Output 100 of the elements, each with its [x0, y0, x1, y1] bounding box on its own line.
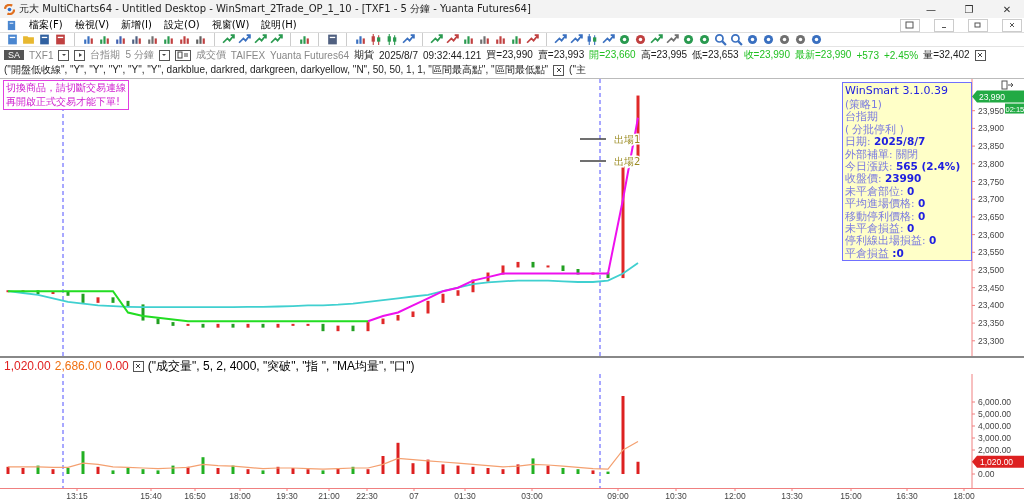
- menu-item[interactable]: 新增(I): [121, 18, 152, 32]
- info-line: 台指期: [845, 110, 879, 123]
- candle: [201, 323, 205, 328]
- chart-icon[interactable]: [178, 33, 191, 46]
- chart-icon[interactable]: [162, 33, 175, 46]
- volume-reading: 0.00: [105, 359, 129, 373]
- layout-icon[interactable]: [174, 49, 191, 61]
- volume-bar: [111, 470, 115, 474]
- exit-level-line: [579, 138, 607, 140]
- close-icon[interactable]: [974, 49, 986, 61]
- window-control[interactable]: ❐: [952, 0, 986, 18]
- volume-bar: [36, 465, 40, 474]
- volume-bar: [291, 468, 295, 474]
- play-icon[interactable]: [74, 49, 86, 61]
- axis-label: 6,000.00: [978, 397, 1012, 407]
- bar-chart-icon[interactable]: [478, 33, 491, 46]
- magnifier-icon[interactable]: [714, 33, 727, 46]
- candle: [126, 300, 130, 307]
- menu-item[interactable]: 視窗(W): [211, 18, 250, 32]
- axis-label: 16:50: [184, 491, 206, 499]
- axis-label: 23,350: [978, 318, 1004, 329]
- magnifier-icon[interactable]: [730, 33, 743, 46]
- dropdown-icon[interactable]: [158, 49, 170, 61]
- arrow-icon[interactable]: [602, 33, 615, 46]
- menu-item[interactable]: 說明(H): [261, 18, 297, 32]
- app-logo-icon: [4, 3, 15, 15]
- window-title: 元大 MultiCharts64 - Untitled Desktop - WinSmart_2Trade_OP_1_10 - [TXF1 - 5 分鐘 - Yuanta Futures64]: [19, 2, 531, 16]
- dropdown-icon[interactable]: [58, 49, 70, 61]
- menu-item[interactable]: 檢視(V): [74, 18, 110, 32]
- close-icon[interactable]: [132, 360, 144, 372]
- candle: [6, 290, 10, 293]
- volume-bar: [591, 470, 595, 474]
- chart-icon[interactable]: [82, 33, 95, 46]
- arrow-icon[interactable]: [666, 33, 679, 46]
- window-control[interactable]: ✕: [990, 0, 1024, 18]
- arrow-icon[interactable]: [254, 33, 267, 46]
- document-icon[interactable]: [6, 19, 17, 31]
- volume-reading: 1,020.00: [4, 359, 51, 373]
- exit-level-line: [579, 160, 607, 162]
- candle: [351, 325, 355, 332]
- volume-bar: [546, 465, 550, 474]
- candle: [531, 261, 535, 268]
- trend-icon[interactable]: [430, 33, 443, 46]
- study-parameters: ("主: [569, 63, 586, 77]
- chart-icon[interactable]: [114, 33, 127, 46]
- arrow-icon[interactable]: [526, 33, 539, 46]
- page-icon[interactable]: [6, 33, 19, 46]
- bar-chart-icon[interactable]: [354, 33, 367, 46]
- info-line: 今日漲跌: 565 (2.4%): [845, 160, 962, 173]
- candle: [291, 323, 295, 326]
- menu-item[interactable]: 設定(O): [164, 18, 200, 32]
- quote-value: 最新=23,990: [795, 48, 852, 62]
- close-icon[interactable]: [553, 64, 565, 76]
- chart-icon[interactable]: [298, 33, 311, 46]
- volume-bar: [126, 468, 130, 474]
- chart-icon[interactable]: [146, 33, 159, 46]
- interval-label: 5 分鐘: [125, 48, 154, 62]
- contract-type: 期貨: [354, 48, 375, 62]
- export-icon[interactable]: [54, 33, 67, 46]
- axis-label: 23,500: [978, 265, 1004, 275]
- bar-chart-icon[interactable]: [462, 33, 475, 46]
- candle: [81, 293, 85, 303]
- quote-value: 高=23,995: [640, 48, 688, 62]
- scale-icon[interactable]: [1001, 80, 1014, 90]
- candle: [246, 323, 250, 328]
- trend-icon[interactable]: [446, 33, 459, 46]
- status-badge[interactable]: SA: [4, 50, 24, 60]
- chart-icon[interactable]: [130, 33, 143, 46]
- bar-chart-icon[interactable]: [494, 33, 507, 46]
- info-line: 停利線出場損益: 0: [845, 234, 938, 247]
- line-icon[interactable]: [402, 33, 415, 46]
- candle: [171, 322, 175, 326]
- save-icon[interactable]: [38, 33, 51, 46]
- volume-bar: [606, 471, 610, 474]
- axis-label: 23,700: [978, 194, 1004, 205]
- volume-bar: [21, 468, 25, 474]
- volume-bar: [636, 461, 640, 474]
- arrow-icon[interactable]: [650, 33, 663, 46]
- chart-icon[interactable]: [98, 33, 111, 46]
- arrow-icon[interactable]: [222, 33, 235, 46]
- axis-label: 23,550: [978, 247, 1004, 258]
- menu-item[interactable]: 檔案(F): [29, 18, 63, 32]
- axis-label: 15:00: [840, 491, 862, 499]
- candle: [276, 323, 280, 328]
- volume-bar: [231, 465, 235, 474]
- info-line: 外部補單: 關閉: [845, 147, 919, 161]
- candlestick-icon[interactable]: [370, 33, 383, 46]
- window-control[interactable]: —: [914, 0, 948, 18]
- candle: [486, 272, 490, 282]
- bar-chart-icon[interactable]: [510, 33, 523, 46]
- volume-bar: [561, 468, 565, 474]
- quote-value: 收=23,990: [743, 48, 790, 62]
- volume-bar: [306, 469, 310, 474]
- chart-icon[interactable]: [194, 33, 207, 46]
- candlestick-icon[interactable]: [386, 33, 399, 46]
- candle: [216, 323, 220, 328]
- quote-value: 低=23,653: [692, 48, 739, 62]
- axis-label: 23,300: [978, 335, 1004, 346]
- arrow-icon[interactable]: [238, 33, 251, 46]
- volume-bar: [486, 468, 490, 474]
